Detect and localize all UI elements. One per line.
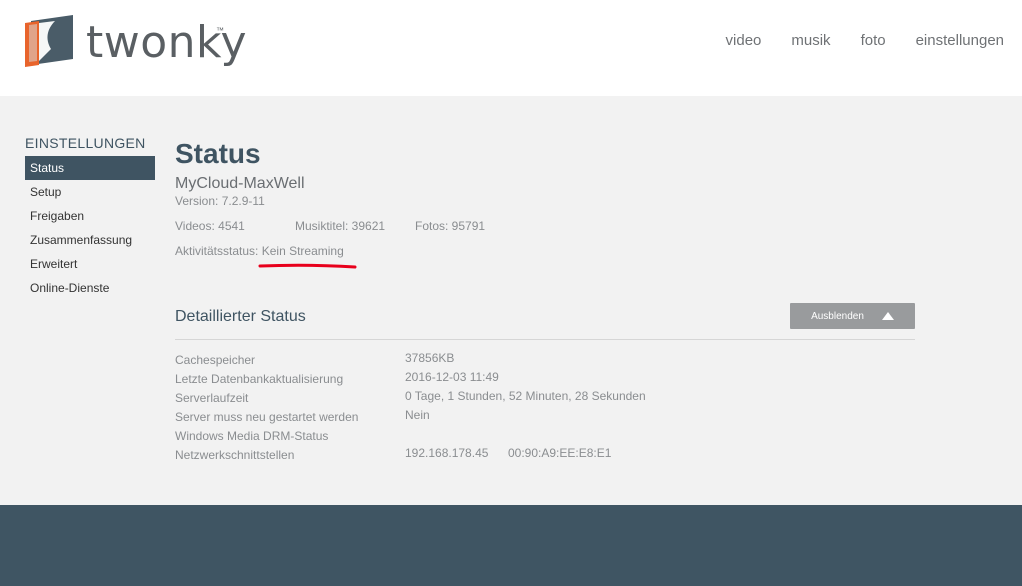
sidebar-item-erweitert[interactable]: Erweitert — [25, 252, 155, 276]
main-content: EINSTELLUNGEN Status Setup Freigaben Zus… — [0, 96, 1022, 505]
hide-button[interactable]: Ausblenden — [790, 303, 915, 329]
activity-status: Aktivitätsstatus: Kein Streaming — [175, 244, 344, 258]
detail-row-restart: Server muss neu gestartet werden Nein — [175, 408, 915, 429]
detail-value-mac: 00:90:A9:EE:E8:E1 — [508, 446, 612, 460]
detail-value: 37856KB — [405, 351, 455, 365]
detail-value: 0 Tage, 1 Stunden, 52 Minuten, 28 Sekund… — [405, 389, 646, 403]
header: twonky ™ video musik foto einstellungen — [0, 0, 1022, 96]
nav-musik[interactable]: musik — [791, 32, 830, 49]
detail-row-uptime: Serverlaufzeit 0 Tage, 1 Stunden, 52 Min… — [175, 389, 915, 410]
photos-count: Fotos: 95791 — [415, 219, 486, 233]
detail-label: Cachespeicher — [175, 353, 256, 367]
detail-label: Server muss neu gestartet werden — [175, 410, 359, 424]
divider — [175, 339, 915, 340]
detail-value: Nein — [405, 408, 430, 422]
device-name: MyCloud-MaxWell — [175, 175, 305, 192]
logo-trademark: ™ — [216, 26, 224, 35]
twonky-logo-icon[interactable] — [25, 15, 77, 67]
sidebar-item-zusammenfassung[interactable]: Zusammenfassung — [25, 228, 155, 252]
detail-row-cache: Cachespeicher 37856KB — [175, 351, 915, 372]
version-text: Version: 7.2.9-11 — [175, 194, 265, 208]
activity-label: Aktivitätsstatus: — [175, 244, 259, 258]
nav-einstellungen[interactable]: einstellungen — [916, 32, 1004, 49]
detail-label: Letzte Datenbankaktualisierung — [175, 372, 344, 386]
detail-status-title: Detaillierter Status — [175, 308, 306, 325]
sidebar-item-online-dienste[interactable]: Online-Dienste — [25, 276, 155, 300]
nav-video[interactable]: video — [726, 32, 762, 49]
triangle-up-icon — [881, 312, 894, 320]
music-count: Musiktitel: 39621 — [295, 219, 386, 233]
page-title: Status — [175, 138, 261, 169]
detail-label: Windows Media DRM-Status — [175, 429, 329, 443]
sidebar-menu: Status Setup Freigaben Zusammenfassung E… — [25, 156, 155, 300]
detail-value: 192.168.178.45 — [405, 446, 489, 460]
hide-button-label: Ausblenden — [811, 310, 864, 322]
activity-value: Kein Streaming — [261, 244, 344, 258]
sidebar-item-freigaben[interactable]: Freigaben — [25, 204, 155, 228]
nav-foto[interactable]: foto — [861, 32, 886, 49]
detail-label: Netzwerkschnittstellen — [175, 448, 295, 462]
sidebar-item-setup[interactable]: Setup — [25, 180, 155, 204]
detail-row-network: Netzwerkschnittstellen 192.168.178.45 00… — [175, 446, 915, 467]
detail-value: 2016-12-03 11:49 — [405, 370, 499, 384]
videos-count: Videos: 4541 — [175, 219, 245, 233]
sidebar-item-status[interactable]: Status — [25, 156, 155, 180]
footer — [0, 505, 1022, 586]
sidebar-title: EINSTELLUNGEN — [25, 135, 146, 151]
top-navigation: video musik foto einstellungen — [726, 32, 1004, 49]
red-annotation-underline — [258, 263, 357, 269]
logo-text: twonky — [86, 17, 247, 68]
detail-label: Serverlaufzeit — [175, 391, 249, 405]
